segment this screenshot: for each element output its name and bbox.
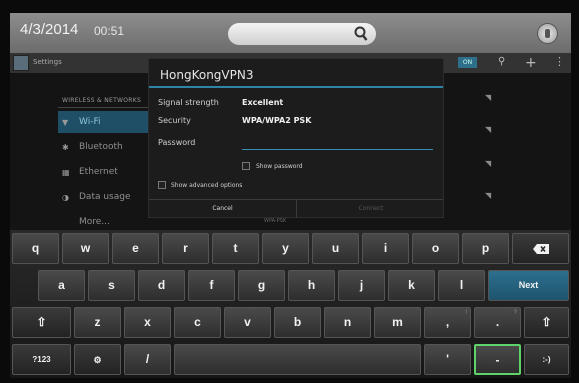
nav-item-data-usage[interactable]: ◑ Data usage bbox=[58, 186, 154, 208]
key-i[interactable]: i bbox=[362, 233, 409, 264]
nav-item-wifi[interactable]: ▼ Wi-Fi bbox=[58, 111, 154, 133]
nav-item-label: Bluetooth bbox=[79, 142, 123, 152]
wifi-signal-icon: ◥ bbox=[485, 159, 492, 168]
cancel-button[interactable]: Cancel bbox=[149, 200, 297, 218]
shift-key-left[interactable]: ⇧ bbox=[12, 307, 71, 338]
shift-icon: ⇧ bbox=[36, 315, 47, 329]
key-y[interactable]: y bbox=[262, 233, 309, 264]
connect-button[interactable]: Connect bbox=[297, 200, 445, 218]
dialog-title-divider bbox=[149, 86, 443, 88]
key-u[interactable]: u bbox=[312, 233, 359, 264]
symbols-key[interactable]: ?123 bbox=[12, 344, 71, 375]
soft-keyboard: q w e r t y u i o p a s d f g h j k l Ne… bbox=[10, 230, 571, 378]
key-e[interactable]: e bbox=[112, 233, 159, 264]
dialog-button-bar: Cancel Connect bbox=[149, 199, 445, 218]
key-period[interactable]: . ? bbox=[474, 307, 521, 338]
key-a[interactable]: a bbox=[38, 270, 85, 301]
password-field[interactable] bbox=[242, 149, 433, 150]
overflow-menu-icon[interactable]: ⋮ bbox=[554, 55, 565, 68]
shift-key-right[interactable]: ⇧ bbox=[524, 307, 569, 338]
search-bar[interactable] bbox=[228, 23, 376, 45]
settings-key[interactable]: ⚙ bbox=[74, 344, 121, 375]
key-dash[interactable]: - bbox=[474, 344, 521, 375]
add-network-icon[interactable]: + bbox=[525, 55, 537, 71]
nav-item-ethernet[interactable]: ▦ Ethernet bbox=[58, 161, 154, 183]
nav-item-bluetooth[interactable]: ✱ Bluetooth bbox=[58, 136, 154, 158]
dialog-title: HongKongVPN3 bbox=[160, 68, 254, 82]
key-period-alt: ? bbox=[513, 310, 517, 316]
key-l[interactable]: l bbox=[438, 270, 485, 301]
key-o[interactable]: o bbox=[412, 233, 459, 264]
key-z[interactable]: z bbox=[74, 307, 121, 338]
space-key[interactable] bbox=[174, 344, 421, 375]
shift-icon: ⇧ bbox=[541, 315, 552, 329]
wifi-connect-dialog: HongKongVPN3 Signal strength Excellent S… bbox=[148, 58, 444, 218]
key-comma[interactable]: , ! bbox=[424, 307, 471, 338]
key-x[interactable]: x bbox=[124, 307, 171, 338]
key-h[interactable]: h bbox=[288, 270, 335, 301]
status-date: 4/3/2014 bbox=[20, 21, 79, 38]
data-usage-icon: ◑ bbox=[62, 192, 69, 202]
key-slash[interactable]: / bbox=[124, 344, 171, 375]
settings-title: Settings bbox=[33, 58, 62, 66]
signal-strength-value: Excellent bbox=[242, 98, 284, 107]
key-q[interactable]: q bbox=[12, 233, 59, 264]
key-apostrophe[interactable]: ' bbox=[424, 344, 471, 375]
key-j[interactable]: j bbox=[338, 270, 385, 301]
wps-icon[interactable]: ⚲ bbox=[498, 56, 505, 67]
key-b[interactable]: b bbox=[274, 307, 321, 338]
next-key[interactable]: Next bbox=[488, 270, 569, 301]
wifi-icon: ▼ bbox=[62, 117, 69, 127]
key-v[interactable]: v bbox=[224, 307, 271, 338]
key-p[interactable]: p bbox=[462, 233, 509, 264]
key-m[interactable]: m bbox=[374, 307, 421, 338]
show-advanced-checkbox[interactable] bbox=[158, 181, 166, 189]
key-n[interactable]: n bbox=[324, 307, 371, 338]
key-comma-alt: ! bbox=[465, 310, 467, 316]
section-header: WIRELESS & NETWORKS bbox=[62, 97, 142, 104]
ethernet-icon: ▦ bbox=[62, 167, 70, 177]
key-period-label: . bbox=[495, 315, 500, 329]
wifi-signal-icon: ◥ bbox=[485, 93, 492, 102]
key-comma-label: , bbox=[445, 315, 450, 329]
key-r[interactable]: r bbox=[162, 233, 209, 264]
settings-app-icon bbox=[13, 55, 29, 71]
show-advanced-label: Show advanced options bbox=[171, 182, 243, 189]
wifi-signal-icon: ◥ bbox=[485, 125, 492, 134]
nav-item-label: Ethernet bbox=[79, 167, 118, 177]
signal-strength-label: Signal strength bbox=[158, 98, 219, 107]
key-s[interactable]: s bbox=[88, 270, 135, 301]
key-t[interactable]: t bbox=[212, 233, 259, 264]
nav-item-label: Data usage bbox=[79, 192, 131, 202]
settings-icon: ⚙ bbox=[93, 355, 102, 365]
status-time: 00:51 bbox=[94, 24, 125, 38]
key-w[interactable]: w bbox=[62, 233, 109, 264]
bluetooth-icon: ✱ bbox=[62, 142, 69, 152]
search-icon bbox=[354, 26, 368, 41]
power-icon[interactable] bbox=[537, 23, 558, 44]
key-d[interactable]: d bbox=[138, 270, 185, 301]
smiley-key[interactable]: :-) bbox=[524, 344, 569, 375]
security-label: Security bbox=[158, 116, 191, 125]
backspace-icon bbox=[532, 243, 549, 254]
nav-item-label: Wi-Fi bbox=[79, 117, 101, 127]
key-g[interactable]: g bbox=[238, 270, 285, 301]
security-value: WPA/WPA2 PSK bbox=[242, 116, 312, 125]
password-label: Password bbox=[158, 138, 196, 147]
wifi-signal-icon: ◥ bbox=[485, 191, 492, 200]
nav-item-label: More... bbox=[79, 217, 110, 227]
status-bar: 4/3/2014 00:51 bbox=[10, 13, 571, 53]
wifi-toggle[interactable]: ON bbox=[458, 57, 477, 68]
network-security-text: WPA-PSK bbox=[264, 218, 287, 224]
show-password-checkbox[interactable] bbox=[242, 162, 250, 170]
key-f[interactable]: f bbox=[188, 270, 235, 301]
key-k[interactable]: k bbox=[388, 270, 435, 301]
section-divider bbox=[58, 107, 154, 108]
show-password-label: Show password bbox=[256, 163, 303, 170]
key-c[interactable]: c bbox=[174, 307, 221, 338]
backspace-key[interactable] bbox=[512, 233, 569, 264]
